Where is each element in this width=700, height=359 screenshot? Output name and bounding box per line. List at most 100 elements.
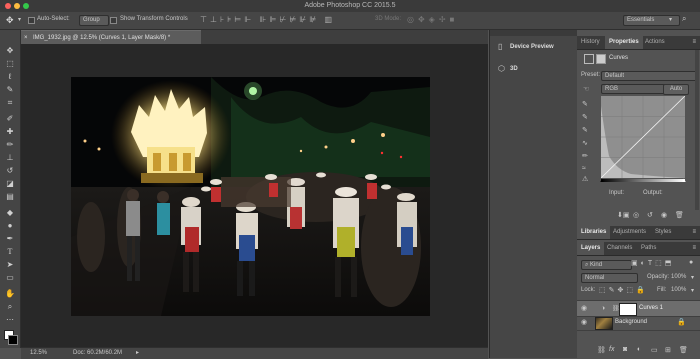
lock-icons[interactable]: ⬚✎✥⬚🔒 xyxy=(599,286,648,294)
tab-actions[interactable]: Actions xyxy=(641,36,669,49)
doc-size-info[interactable]: Doc: 60.2M/60.2M xyxy=(73,348,122,359)
blur-tool-icon[interactable]: ◆ xyxy=(4,208,16,217)
panel-menu-icon[interactable]: ≡ xyxy=(692,39,696,45)
layer-name[interactable]: Curves 1 xyxy=(639,305,663,311)
eye-icon[interactable]: ◉ xyxy=(581,304,587,312)
pen-tool-icon[interactable]: ✒ xyxy=(4,234,16,243)
new-group-icon[interactable]: ▭ xyxy=(651,346,658,354)
path-selection-tool-icon[interactable]: ➤ xyxy=(4,260,16,269)
add-mask-icon[interactable]: ◙ xyxy=(623,346,627,353)
auto-select-dropdown[interactable]: Group xyxy=(79,15,109,26)
clip-to-layer-icon[interactable]: ⬇▣ xyxy=(617,211,629,219)
dodge-tool-icon[interactable]: ● xyxy=(4,221,16,230)
marquee-tool-icon[interactable]: ⬚ xyxy=(4,59,16,68)
tab-history[interactable]: History xyxy=(577,36,604,49)
black-point-slider[interactable]: ▲ xyxy=(599,178,605,184)
opacity-value[interactable]: 100% xyxy=(671,274,686,280)
hand-tool-icon[interactable]: ✋ xyxy=(4,289,16,298)
lasso-tool-icon[interactable]: ℓ xyxy=(4,72,16,81)
tab-adjustments[interactable]: Adjustments xyxy=(609,226,650,239)
device-preview-panel-button[interactable]: ▯ Device Preview xyxy=(490,39,577,55)
edit-points-curve-icon[interactable]: ∿ xyxy=(582,139,588,147)
3d-panel-button[interactable]: ⬡ 3D xyxy=(490,61,577,77)
type-tool-icon[interactable]: T xyxy=(4,247,16,256)
fill-value[interactable]: 100% xyxy=(671,287,686,293)
draw-curve-icon[interactable]: ✏ xyxy=(582,152,588,160)
reset-adjustment-icon[interactable]: ↺ xyxy=(647,211,653,219)
sample-white-point-icon[interactable]: ✎ xyxy=(582,126,588,134)
new-adjustment-icon[interactable]: ◐ xyxy=(637,346,641,353)
eyedropper-tool-icon[interactable]: ✐ xyxy=(4,114,16,123)
filter-icons[interactable]: ▣◐T⬚⬒ xyxy=(631,259,674,267)
preset-dropdown[interactable]: Default xyxy=(601,71,698,81)
collapsed-panel-dock: ▯ Device Preview ⬡ 3D xyxy=(489,30,578,358)
layer-name[interactable]: Background xyxy=(615,319,647,325)
layer-row[interactable]: ◉ Background 🔒 xyxy=(577,315,700,331)
blend-mode-dropdown[interactable]: Normal xyxy=(581,273,638,283)
fill-chevron-icon[interactable]: ▾ xyxy=(691,287,694,294)
healing-brush-tool-icon[interactable]: ✚ xyxy=(4,127,16,136)
close-tab-icon[interactable]: × xyxy=(24,31,28,45)
document-tab[interactable]: × IMG_1932.jpg @ 12.5% (Curves 1, Layer … xyxy=(21,30,201,44)
channel-dropdown[interactable]: RGB xyxy=(601,84,666,94)
crop-tool-icon[interactable]: ⌗ xyxy=(4,98,16,107)
link-layers-icon[interactable]: ⛓ xyxy=(597,346,606,354)
scrollbar[interactable] xyxy=(695,50,699,210)
curves-adjustment-icon: ◑ xyxy=(601,305,606,312)
eye-icon[interactable]: ◉ xyxy=(581,318,587,326)
auto-select-checkbox[interactable] xyxy=(28,17,35,24)
target-adjust-icon[interactable]: ☜ xyxy=(583,85,589,93)
layer-mask-icon[interactable] xyxy=(596,54,606,64)
adjustment-name: Curves xyxy=(609,55,629,61)
align-icons[interactable]: ⊤⊥⊦⊧⊨⊩ ⊪⊫⊬⊭⊮⊯ ▥ xyxy=(200,15,335,24)
smooth-curve-icon[interactable]: ≈ xyxy=(582,165,586,172)
panel-menu-icon[interactable]: ≡ xyxy=(692,245,696,251)
delete-layer-icon[interactable]: 🗑 xyxy=(679,346,688,354)
layer-filter-kind-dropdown[interactable]: ⌕ Kind xyxy=(581,260,632,270)
filter-toggle-icon[interactable]: ● xyxy=(689,259,693,266)
gradient-tool-icon[interactable]: ▤ xyxy=(4,192,16,201)
view-previous-state-icon[interactable]: ◎ xyxy=(633,211,639,219)
lock-icon: 🔒 xyxy=(677,319,686,326)
background-thumbnail[interactable] xyxy=(595,317,613,330)
history-brush-tool-icon[interactable]: ↺ xyxy=(4,166,16,175)
clone-stamp-tool-icon[interactable]: ⊥ xyxy=(4,153,16,162)
auto-button[interactable]: Auto xyxy=(663,84,689,95)
show-transform-checkbox[interactable] xyxy=(110,17,117,24)
layer-style-icon[interactable]: fx xyxy=(609,346,614,353)
search-icon[interactable]: ⌕ xyxy=(682,14,686,24)
zoom-level[interactable]: 12.5% xyxy=(30,348,47,359)
new-layer-icon[interactable]: ⊞ xyxy=(665,346,671,354)
white-point-slider[interactable]: ▲ xyxy=(681,178,687,184)
document-image[interactable] xyxy=(71,77,430,316)
sample-black-point-icon[interactable]: ✎ xyxy=(582,100,588,108)
tab-libraries[interactable]: Libraries xyxy=(577,226,611,239)
rectangle-tool-icon[interactable]: ▭ xyxy=(4,273,16,282)
tab-styles[interactable]: Styles xyxy=(651,226,675,239)
tab-properties[interactable]: Properties xyxy=(605,36,643,49)
3d-mode-icons[interactable]: ◎✥◈✢■ xyxy=(407,15,458,24)
options-bar: ✥ ▾ Auto-Select: Group Show Transform Co… xyxy=(0,12,700,30)
curves-graph[interactable] xyxy=(601,96,685,178)
tool-preset-dropdown[interactable]: ▾ xyxy=(18,16,21,23)
tab-paths[interactable]: Paths xyxy=(637,242,660,255)
panel-menu-icon[interactable]: ≡ xyxy=(692,229,696,235)
workspace-chevron-icon[interactable]: ▾ xyxy=(669,16,672,23)
sample-gray-point-icon[interactable]: ✎ xyxy=(582,113,588,121)
tab-layers[interactable]: Layers xyxy=(577,242,605,255)
eraser-tool-icon[interactable]: ◪ xyxy=(4,179,16,188)
clipping-warning-icon[interactable]: ⚠ xyxy=(582,175,588,183)
background-color-swatch[interactable] xyxy=(8,335,18,345)
panel-dock-header xyxy=(490,30,577,36)
zoom-tool-icon[interactable]: ⌕ xyxy=(4,302,16,311)
quick-select-tool-icon[interactable]: ✎ xyxy=(4,85,16,94)
more-tools-icon[interactable]: ⋯ xyxy=(4,315,16,324)
move-tool-icon[interactable]: ✥ xyxy=(6,15,14,26)
visibility-eye-icon[interactable]: ◉ xyxy=(661,211,667,219)
move-tool-icon[interactable]: ✥ xyxy=(4,46,16,55)
opacity-chevron-icon[interactable]: ▾ xyxy=(691,274,694,281)
tab-channels[interactable]: Channels xyxy=(603,242,636,255)
status-menu-icon[interactable]: ▸ xyxy=(136,348,139,359)
delete-adjustment-icon[interactable]: 🗑 xyxy=(675,211,684,219)
brush-tool-icon[interactable]: ✏ xyxy=(4,140,16,149)
